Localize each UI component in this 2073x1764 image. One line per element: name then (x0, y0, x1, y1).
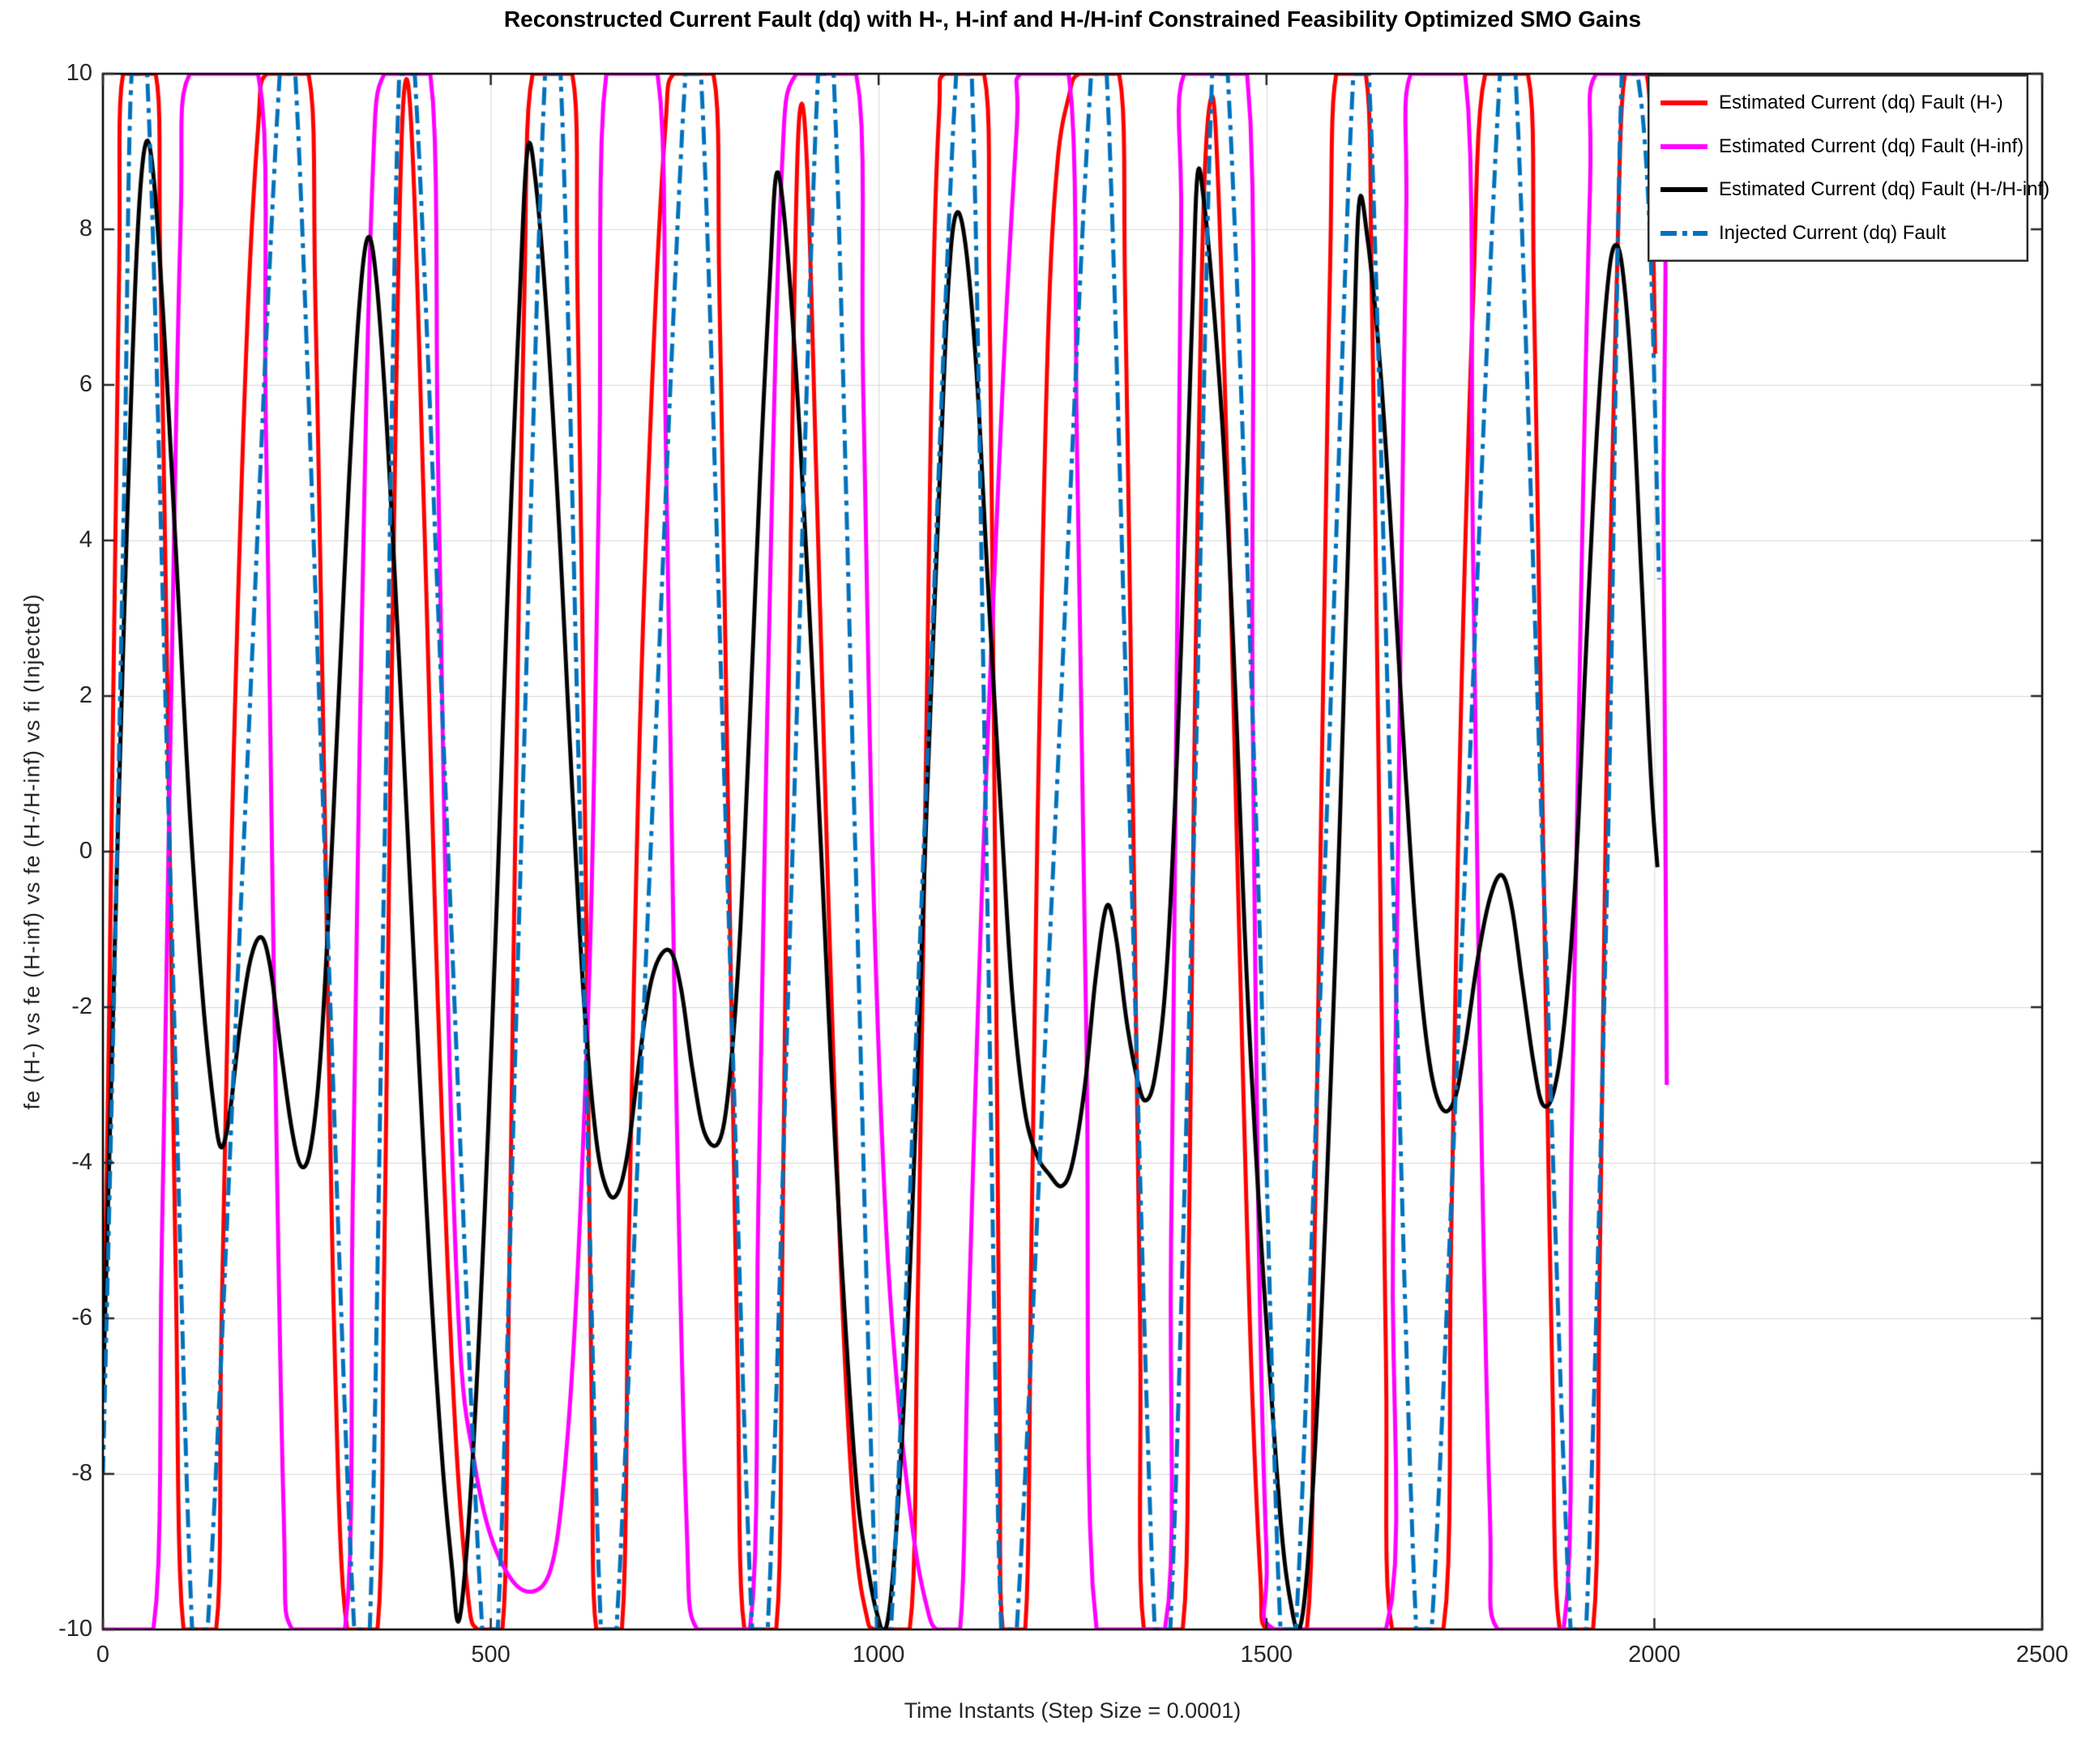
legend-label: Injected Current (dq) Fault (1719, 222, 1947, 245)
legend: Estimated Current (dq) Fault (H-) Estima… (1648, 75, 2049, 262)
y-tick-label: 0 (79, 838, 92, 864)
y-tick-label: 6 (79, 371, 92, 397)
legend-swatch-red-line (1661, 100, 1708, 105)
chart-canvas (0, 0, 2073, 1764)
matlab-figure: Reconstructed Current Fault (dq) with H-… (0, 0, 2073, 1764)
x-tick-label: 2500 (2015, 1642, 2069, 1668)
x-tick-label: 0 (96, 1642, 110, 1668)
y-tick-label: -6 (71, 1305, 92, 1330)
legend-item: Estimated Current (dq) Fault (H-) (1649, 81, 2027, 125)
x-tick-label: 1500 (1240, 1642, 1293, 1668)
y-tick-label: 2 (79, 682, 92, 708)
legend-item: Estimated Current (dq) Fault (H-/H-inf) (1649, 169, 2049, 212)
legend-swatch-blue-dashdot-line (1661, 231, 1708, 237)
y-tick-label: 4 (79, 527, 92, 553)
x-tick-label: 500 (471, 1642, 511, 1668)
legend-label: Estimated Current (dq) Fault (H-) (1719, 91, 2003, 113)
legend-label: Estimated Current (dq) Fault (H-inf) (1719, 135, 2024, 157)
x-tick-label: 1000 (852, 1642, 905, 1668)
legend-item: Injected Current (dq) Fault (1649, 211, 2027, 255)
chart-title: Reconstructed Current Fault (dq) with H-… (503, 6, 1642, 32)
y-tick-label: -4 (71, 1149, 92, 1175)
y-tick-label: -2 (71, 993, 92, 1019)
y-tick-label: -8 (71, 1460, 92, 1486)
y-tick-label: -10 (58, 1616, 92, 1642)
y-tick-label: 8 (79, 216, 92, 241)
x-axis-label: Time Instants (Step Size = 0.0001) (904, 1698, 1242, 1723)
legend-swatch-black-line (1661, 187, 1708, 193)
x-tick-label: 2000 (1628, 1642, 1681, 1668)
legend-label: Estimated Current (dq) Fault (H-/H-inf) (1719, 178, 2050, 201)
y-tick-label: 10 (66, 60, 92, 86)
legend-item: Estimated Current (dq) Fault (H-inf) (1649, 125, 2027, 169)
legend-swatch-magenta-line (1661, 143, 1708, 149)
